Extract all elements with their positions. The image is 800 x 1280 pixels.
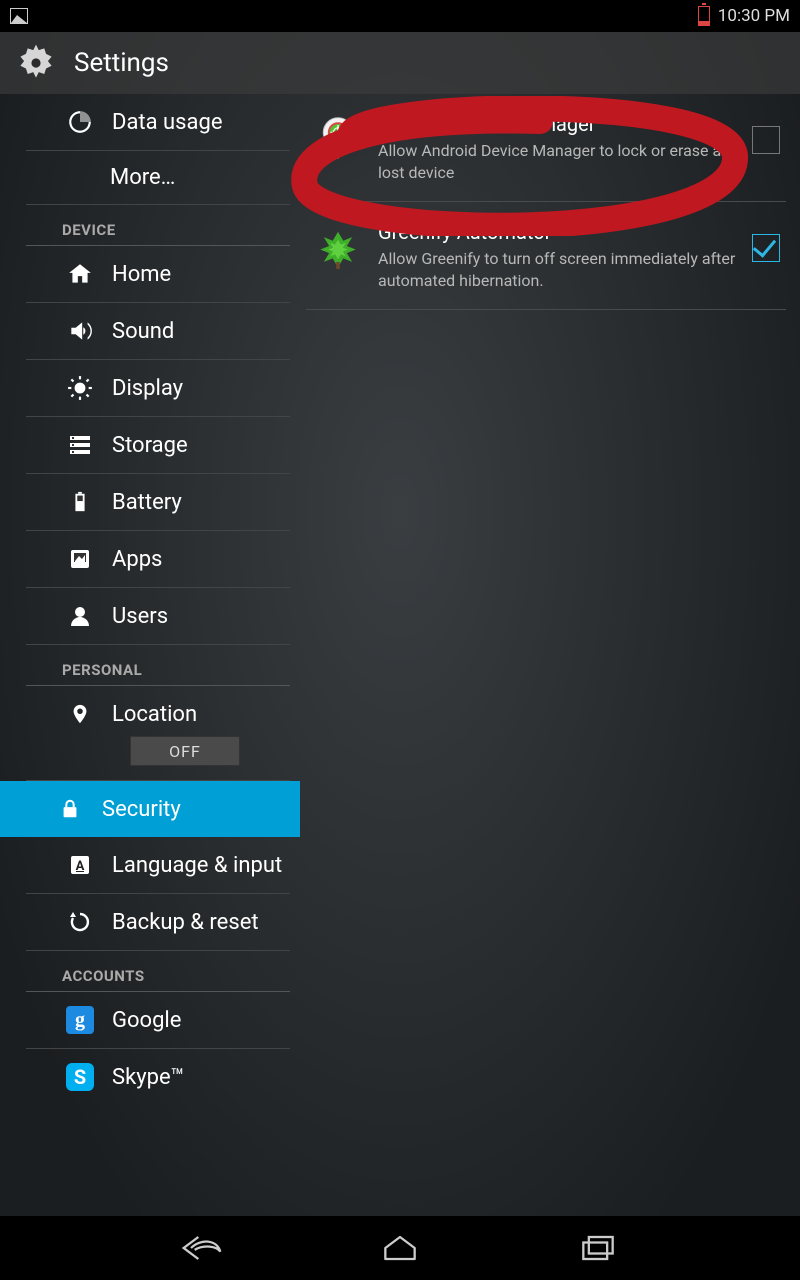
status-bar: 10:30 PM	[0, 0, 800, 32]
skype-icon: S	[66, 1063, 94, 1091]
notification-icon	[10, 8, 28, 24]
navigation-bar	[0, 1216, 800, 1280]
users-icon	[66, 602, 94, 630]
setting-description: Allow Android Device Manager to lock or …	[378, 140, 738, 183]
page-title: Settings	[74, 48, 169, 78]
sidebar-item-display[interactable]: Display	[26, 360, 290, 417]
sidebar-item-data-usage[interactable]: Data usage	[26, 94, 290, 151]
location-toggle[interactable]: OFF	[26, 736, 290, 781]
sidebar-item-label: Data usage	[112, 110, 223, 135]
sidebar-item-more[interactable]: More…	[26, 151, 290, 205]
sidebar-item-label: Display	[112, 376, 183, 401]
backup-icon	[66, 908, 94, 936]
home-button[interactable]	[376, 1228, 424, 1268]
google-icon: g	[66, 1006, 94, 1034]
settings-sidebar: Data usage More… DEVICE Home Sound Displ…	[0, 94, 300, 1216]
sidebar-item-security[interactable]: Security	[0, 781, 300, 837]
sidebar-item-label: Location	[112, 702, 197, 727]
adm-icon	[312, 112, 364, 164]
sidebar-item-sound[interactable]: Sound	[26, 303, 290, 360]
sidebar-item-storage[interactable]: Storage	[26, 417, 290, 474]
detail-pane: Android Device Manager Allow Android Dev…	[300, 94, 800, 1216]
image-icon	[10, 8, 28, 24]
recents-button[interactable]	[574, 1228, 622, 1268]
sidebar-item-label: Users	[112, 604, 168, 629]
setting-description: Allow Greenify to turn off screen immedi…	[378, 248, 738, 291]
sidebar-item-label: Security	[102, 797, 181, 822]
checkbox[interactable]	[752, 234, 780, 262]
toggle-off-state: OFF	[130, 736, 240, 766]
clock: 10:30 PM	[718, 6, 790, 26]
sidebar-item-label: Home	[112, 262, 171, 287]
language-icon: A	[66, 851, 94, 879]
sidebar-item-battery[interactable]: Battery	[26, 474, 290, 531]
sidebar-item-users[interactable]: Users	[26, 588, 290, 645]
category-accounts: ACCOUNTS	[26, 951, 290, 992]
sidebar-item-label: More…	[110, 165, 175, 190]
display-icon	[66, 374, 94, 402]
sidebar-item-google[interactable]: g Google	[26, 992, 290, 1049]
gear-icon	[14, 41, 58, 85]
sidebar-item-label: Backup & reset	[112, 910, 259, 935]
location-icon	[66, 700, 94, 728]
sidebar-item-home[interactable]: Home	[26, 246, 290, 303]
sidebar-item-label: Skype™	[112, 1065, 184, 1090]
apps-icon	[66, 545, 94, 573]
action-bar: Settings	[0, 32, 800, 94]
category-personal: PERSONAL	[26, 645, 290, 686]
home-icon	[66, 260, 94, 288]
setting-android-device-manager[interactable]: Android Device Manager Allow Android Dev…	[306, 94, 786, 202]
greenify-icon	[312, 220, 364, 272]
sidebar-item-skype[interactable]: S Skype™	[26, 1049, 290, 1105]
storage-icon	[66, 431, 94, 459]
category-device: DEVICE	[26, 205, 290, 246]
sidebar-item-label: Sound	[112, 319, 174, 344]
data-usage-icon	[66, 108, 94, 136]
sidebar-item-label: Storage	[112, 433, 188, 458]
setting-title: Greenify Automator	[378, 220, 738, 244]
sidebar-item-apps[interactable]: Apps	[26, 531, 290, 588]
sidebar-item-label: Google	[112, 1008, 181, 1033]
sidebar-item-label: Language & input	[112, 853, 282, 878]
setting-title: Android Device Manager	[378, 112, 738, 136]
checkbox[interactable]	[752, 126, 780, 154]
back-button[interactable]	[178, 1228, 226, 1268]
battery-low-icon	[698, 6, 710, 26]
sound-icon	[66, 317, 94, 345]
sidebar-item-language[interactable]: A Language & input	[26, 837, 290, 894]
sidebar-item-label: Battery	[112, 490, 182, 515]
sidebar-item-label: Apps	[112, 547, 162, 572]
sidebar-item-location[interactable]: Location	[26, 686, 290, 742]
setting-greenify-automator[interactable]: Greenify Automator Allow Greenify to tur…	[306, 202, 786, 310]
sidebar-item-backup[interactable]: Backup & reset	[26, 894, 290, 951]
lock-icon	[56, 795, 84, 823]
battery-icon	[66, 488, 94, 516]
